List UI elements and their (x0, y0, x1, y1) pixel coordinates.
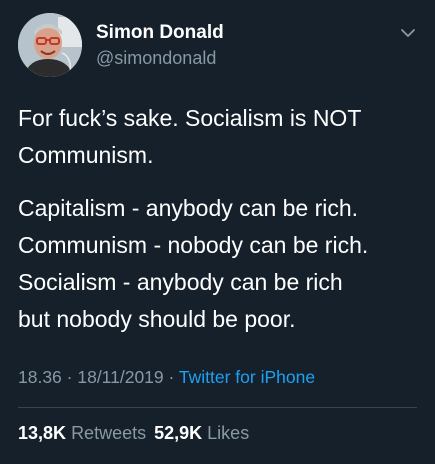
tweet-text-line: Communism - nobody can be rich. (18, 232, 369, 258)
tweet-text-line: Socialism - anybody can be rich (18, 269, 343, 295)
chevron-down-icon[interactable] (400, 27, 416, 39)
tweet-time[interactable]: 18.36 (18, 367, 62, 387)
author-name[interactable]: Simon Donald (96, 22, 224, 44)
author-handle[interactable]: @simondonald (96, 48, 216, 69)
tweet-text-line: Communism. (18, 142, 154, 168)
tweet-date[interactable]: 18/11/2019 (77, 367, 163, 387)
tweet-meta: 18.36 · 18/11/2019 · Twitter for iPhone (18, 367, 315, 388)
tweet-stats: 13,8K Retweets 52,9K Likes (18, 423, 249, 444)
tweet-text-line: For fuck’s sake. Socialism is NOT (18, 105, 362, 131)
meta-separator: · (163, 367, 179, 387)
tweet-text-paragraph-2: Capitalism - anybody can be rich. Commun… (18, 190, 423, 338)
likes-label: Likes (207, 423, 250, 443)
avatar[interactable] (18, 13, 82, 77)
avatar-image (18, 13, 82, 77)
tweet-text-paragraph-1: For fuck’s sake. Socialism is NOT Commun… (18, 100, 423, 174)
retweets-label: Retweets (71, 423, 147, 443)
divider (18, 407, 417, 408)
retweets-stat[interactable]: 13,8K Retweets (18, 423, 146, 443)
tweet-source-link[interactable]: Twitter for iPhone (179, 367, 315, 387)
likes-stat[interactable]: 52,9K Likes (154, 423, 249, 443)
tweet-card: Simon Donald @simondonald For fuck’s sak… (0, 0, 435, 464)
likes-count: 52,9K (154, 423, 203, 443)
tweet-text-line: Capitalism - anybody can be rich. (18, 195, 359, 221)
meta-separator: · (61, 367, 78, 387)
tweet-text-line: but nobody should be poor. (18, 306, 296, 332)
retweets-count: 13,8K (18, 423, 67, 443)
